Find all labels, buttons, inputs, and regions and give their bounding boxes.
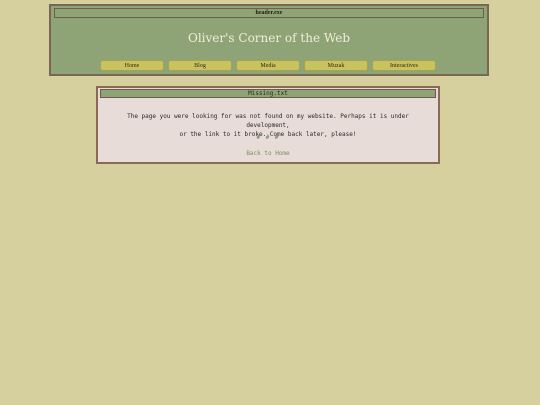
section-divider: # # #: [256, 134, 280, 141]
header-window: header.exe Oliver's Corner of the Web Ho…: [49, 4, 489, 76]
missing-message-line-1: The page you were looking for was not fo…: [127, 113, 409, 129]
nav-home-button[interactable]: Home: [100, 60, 164, 71]
nav-media-button[interactable]: Media: [236, 60, 300, 71]
missing-window: Missing.txt The page you were looking fo…: [96, 86, 440, 164]
header-titlebar: header.exe: [54, 8, 484, 18]
back-to-home-link[interactable]: Back to Home: [98, 150, 438, 157]
nav-muzak-button[interactable]: Muzak: [304, 60, 368, 71]
site-title: Oliver's Corner of the Web: [187, 31, 350, 45]
main-navigation: Home Blog Media Muzak Interactives: [100, 60, 436, 71]
missing-window-title: Missing.txt: [248, 89, 288, 97]
nav-interactives-button[interactable]: Interactives: [372, 60, 436, 71]
missing-titlebar: Missing.txt: [100, 89, 436, 98]
nav-blog-button[interactable]: Blog: [168, 60, 232, 71]
header-window-title: header.exe: [255, 10, 283, 16]
